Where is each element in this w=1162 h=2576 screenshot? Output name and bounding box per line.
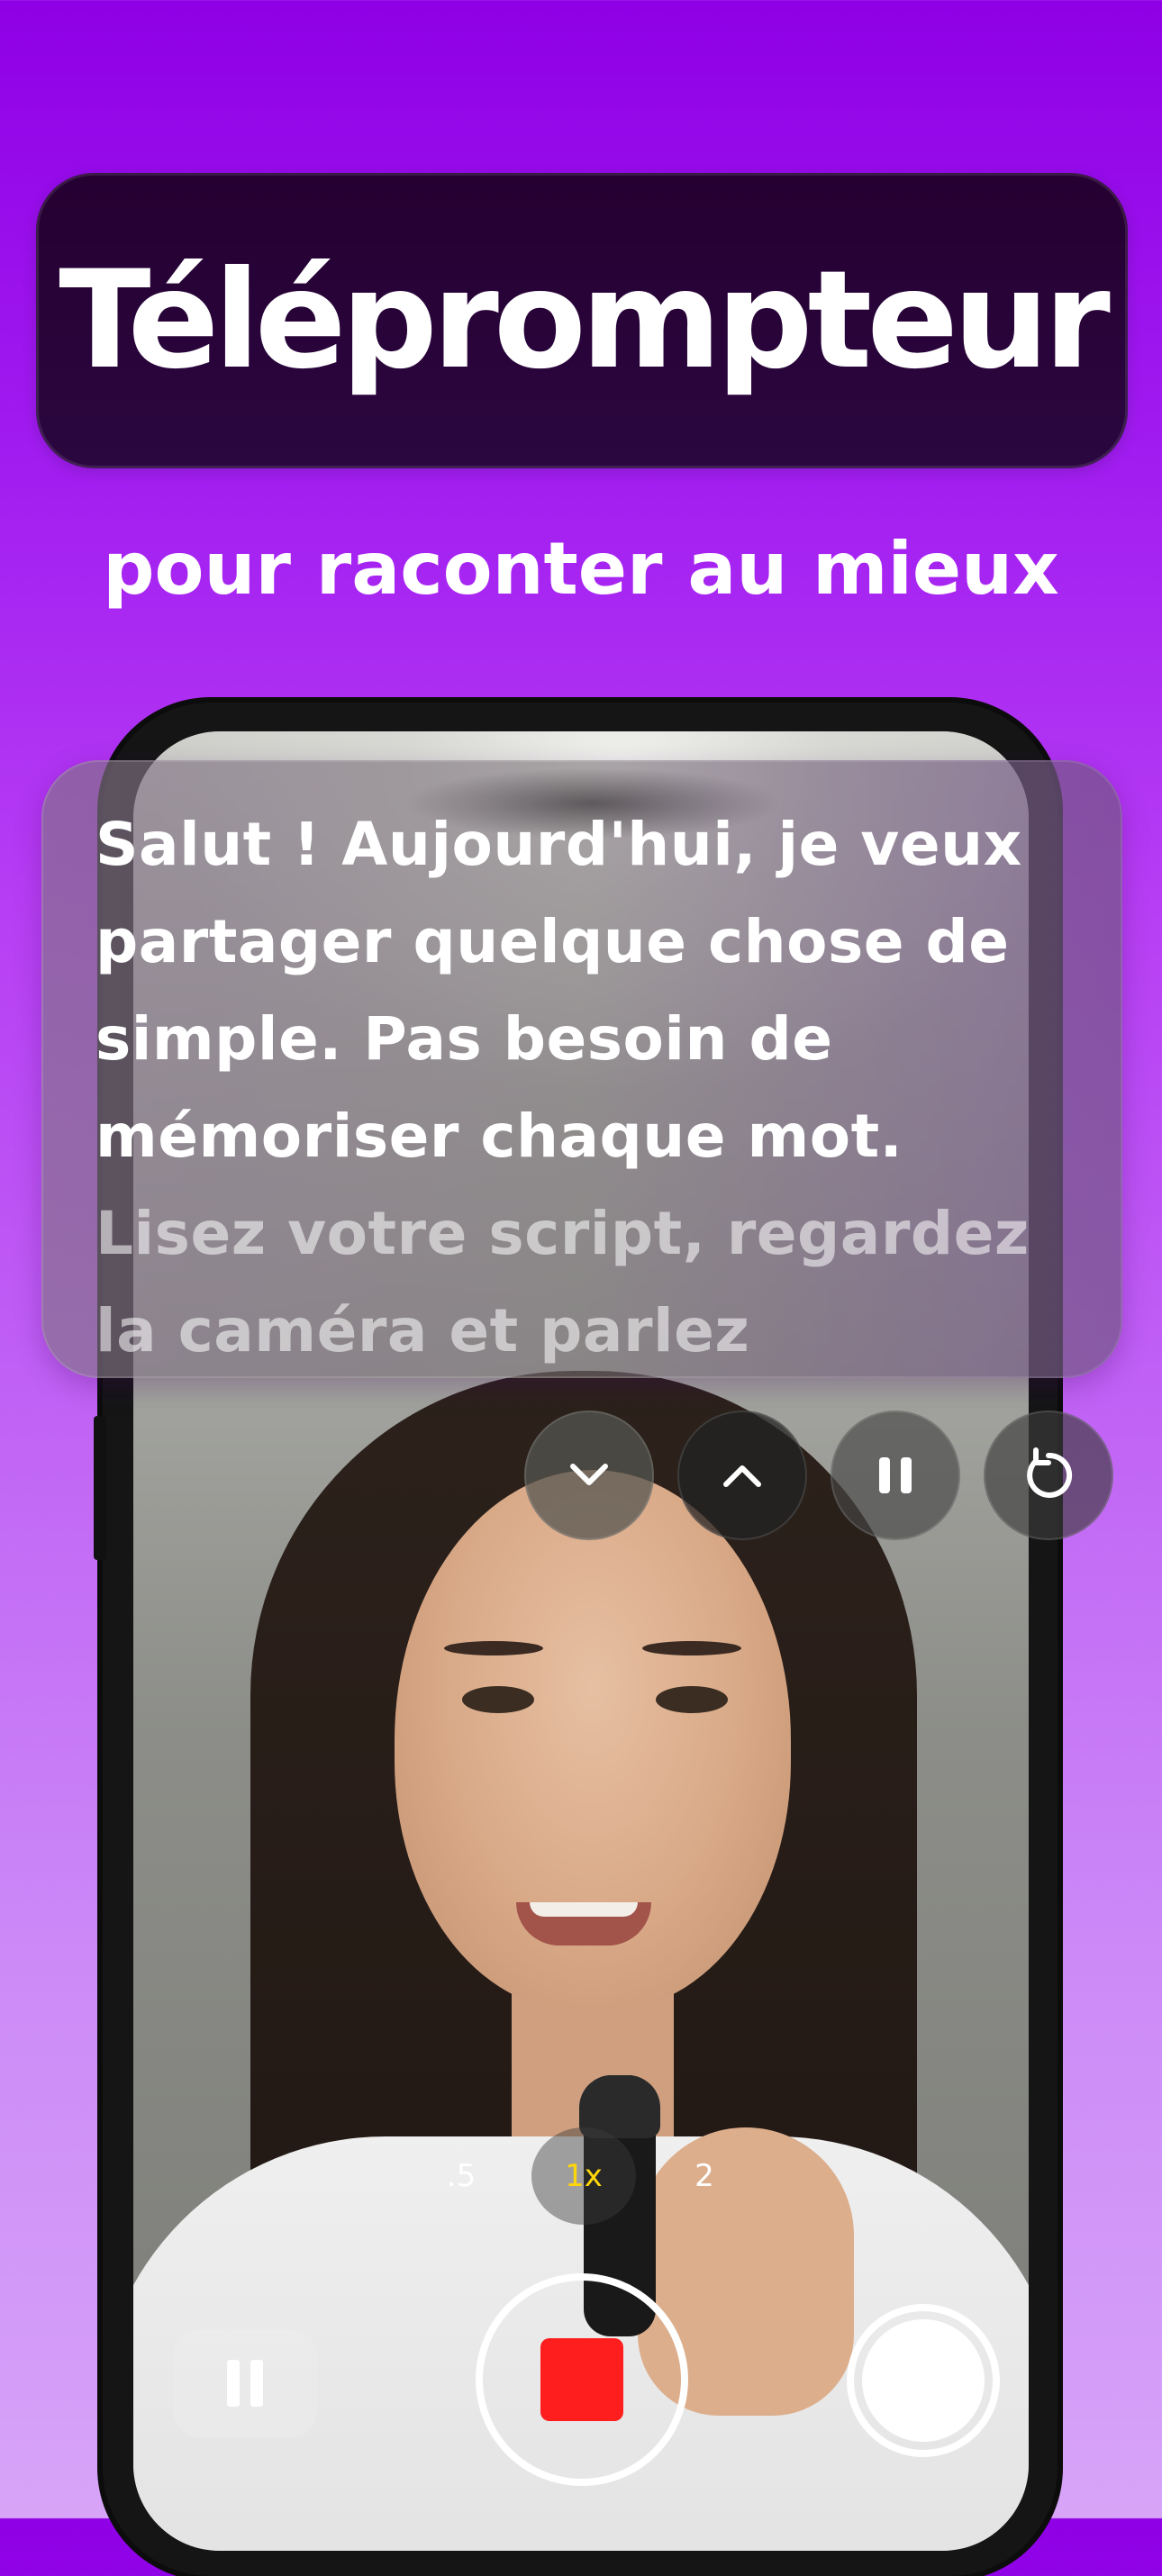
script-line: Salut ! Aujourd'hui, je veux [95, 810, 1022, 879]
capture-button[interactable] [847, 2304, 1000, 2457]
pause-icon [227, 2360, 263, 2407]
person-right-brow [642, 1641, 741, 1655]
restart-icon [1027, 1447, 1073, 1498]
pause-recording-button[interactable] [173, 2329, 317, 2437]
scroll-up-button[interactable] [677, 1410, 807, 1540]
script-line-upcoming: la caméra et parlez [95, 1296, 750, 1365]
app-title: Téléprompteur [59, 242, 1111, 399]
person-left-brow [444, 1641, 543, 1655]
chevron-down-icon [570, 1464, 608, 1485]
zoom-option-selected[interactable]: 1x [531, 2127, 636, 2225]
person-right-eye [656, 1686, 728, 1713]
tagline: pour raconter au mieux [103, 527, 1059, 611]
scroll-down-button[interactable] [524, 1410, 654, 1540]
phone-side-button [94, 1416, 106, 1560]
script-line: simple. Pas besoin de [95, 1004, 833, 1074]
person-left-eye [462, 1686, 534, 1713]
pause-icon [879, 1457, 912, 1493]
stop-recording-button[interactable] [476, 2273, 688, 2486]
chevron-up-icon [723, 1465, 761, 1487]
script-line: mémoriser chaque mot. [95, 1102, 903, 1171]
zoom-option-2x[interactable]: 2 [686, 2156, 722, 2196]
person-teeth [530, 1902, 638, 1917]
teleprompter-panel[interactable]: Salut ! Aujourd'hui, je veux partager qu… [41, 760, 1122, 1378]
zoom-option-half[interactable]: .5 [434, 2156, 488, 2196]
script-line-upcoming: Lisez votre script, regardez [95, 1199, 1030, 1268]
stop-icon [540, 2338, 623, 2421]
title-banner: Téléprompteur [36, 173, 1128, 468]
teleprompter-script: Salut ! Aujourd'hui, je veux partager qu… [95, 796, 1077, 1378]
pause-scroll-button[interactable] [831, 1410, 960, 1540]
shutter-icon [862, 2319, 985, 2442]
restart-button[interactable] [984, 1410, 1113, 1540]
script-line: partager quelque chose de [95, 907, 1010, 976]
